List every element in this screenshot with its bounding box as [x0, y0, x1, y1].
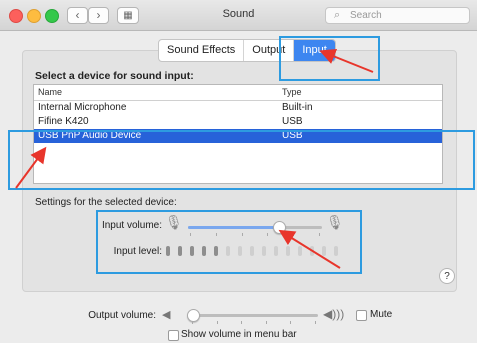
device-type: USB [282, 116, 303, 127]
title-bar: ‹ › ▦ Sound ⌕ Search [0, 0, 477, 31]
device-type: Built-in [282, 102, 313, 113]
device-name: Fifine K420 [38, 116, 89, 127]
search-placeholder: Search [350, 10, 382, 21]
search-field[interactable]: ⌕ Search [325, 7, 470, 24]
table-row[interactable]: Fifine K420 USB [34, 115, 442, 129]
annotation-box-input-volume [96, 210, 362, 274]
tab-sound-effects[interactable]: Sound Effects [159, 40, 245, 61]
speaker-high-icon: ◀))) [323, 307, 345, 321]
mute-label: Mute [370, 309, 393, 320]
device-name: Internal Microphone [38, 102, 127, 113]
mute-checkbox[interactable] [356, 310, 367, 321]
table-header: Name Type [34, 85, 442, 101]
settings-label: Settings for the selected device: [35, 197, 177, 208]
annotation-box-input-tab [279, 36, 380, 81]
output-volume-ticks [192, 321, 316, 324]
output-volume-label: Output volume: [88, 310, 156, 321]
help-button[interactable]: ? [439, 268, 455, 284]
show-volume-menubar-checkbox[interactable] [168, 330, 179, 341]
device-section-title: Select a device for sound input: [35, 70, 194, 82]
output-volume-slider[interactable] [190, 314, 318, 317]
table-row[interactable]: Internal Microphone Built-in [34, 101, 442, 115]
show-volume-menubar-label: Show volume in menu bar [181, 329, 297, 340]
column-header-name[interactable]: Name [38, 87, 62, 97]
annotation-box-device-row [8, 130, 475, 190]
column-header-type[interactable]: Type [282, 87, 302, 97]
magnifier-icon: ⌕ [334, 9, 341, 21]
speaker-low-icon: ◀ [162, 309, 171, 321]
